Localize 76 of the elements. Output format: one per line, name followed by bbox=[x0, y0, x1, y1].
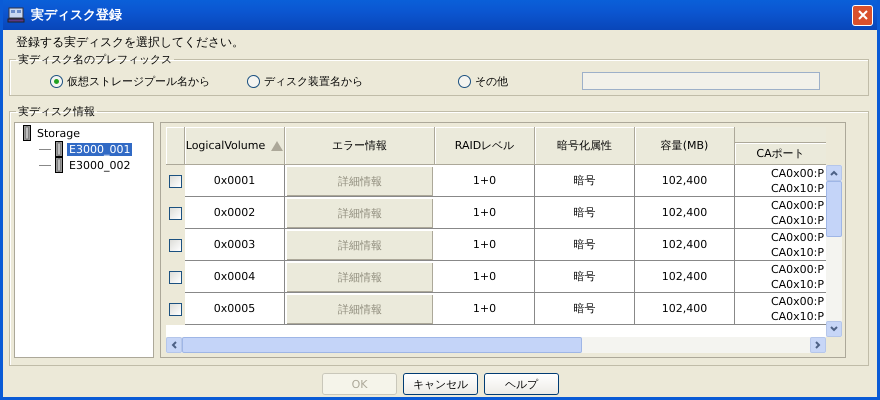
table-cell: 1+0 bbox=[435, 165, 535, 197]
scroll-thumb[interactable] bbox=[182, 337, 582, 353]
table-cell: 暗号 bbox=[535, 197, 635, 229]
table-cell: 0x0002 bbox=[185, 197, 285, 229]
instruction-text: 登録する実ディスクを選択してください。 bbox=[16, 34, 245, 51]
group-title: 実ディスク名のプレフィックス bbox=[17, 52, 173, 67]
table-cell: 102,400 bbox=[635, 261, 735, 293]
column-header[interactable]: 容量(MB) bbox=[635, 127, 735, 165]
table-cell: CA0x10:P bbox=[770, 276, 824, 292]
table-cell: 暗号 bbox=[535, 293, 635, 325]
table-cell: 102,400 bbox=[635, 165, 735, 197]
table-cell: CA0x10:P bbox=[770, 212, 824, 228]
group-title: 実ディスク情報 bbox=[17, 104, 96, 119]
table-cell: 暗号 bbox=[535, 261, 635, 293]
radio-button[interactable] bbox=[247, 74, 260, 88]
table-cell: 1+0 bbox=[435, 261, 535, 293]
table-cell: CA0x00:P bbox=[770, 198, 824, 212]
scroll-right-button[interactable] bbox=[810, 337, 826, 353]
table-cell: 暗号 bbox=[535, 229, 635, 261]
table-cell: 0x0001 bbox=[185, 165, 285, 197]
table-cell: CA0x10:P bbox=[770, 308, 824, 324]
table-cell: 1+0 bbox=[435, 197, 535, 229]
row-checkbox[interactable] bbox=[169, 302, 182, 316]
horizontal-scrollbar[interactable] bbox=[166, 337, 826, 353]
scroll-left-button[interactable] bbox=[166, 337, 182, 353]
disk-icon bbox=[23, 125, 31, 141]
tree-item[interactable]: E3000_002 bbox=[67, 158, 132, 172]
tree-item[interactable]: Storage bbox=[35, 126, 82, 140]
dialog-button[interactable]: キャンセル bbox=[403, 373, 478, 395]
scroll-up-button[interactable] bbox=[826, 165, 842, 181]
column-header[interactable]: CAポート bbox=[735, 143, 826, 165]
column-header[interactable]: LogicalVolume bbox=[185, 127, 285, 165]
tree-item[interactable]: E3000_001 bbox=[67, 142, 132, 156]
dialog-button[interactable]: ヘルプ bbox=[484, 373, 559, 395]
table-cell: 0x0004 bbox=[185, 261, 285, 293]
scroll-down-button[interactable] bbox=[826, 321, 842, 337]
column-header[interactable]: RAIDレベル bbox=[435, 127, 535, 165]
close-icon bbox=[858, 10, 868, 20]
column-header[interactable]: エラー情報 bbox=[285, 127, 435, 165]
radio-button[interactable] bbox=[50, 74, 63, 88]
column-header[interactable]: 暗号化属性 bbox=[535, 127, 635, 165]
radio-option[interactable]: その他 bbox=[458, 74, 582, 88]
window-title: 実ディスク登録 bbox=[31, 6, 123, 24]
close-button[interactable] bbox=[852, 4, 873, 26]
scroll-thumb[interactable] bbox=[826, 181, 842, 237]
chevron-down-icon bbox=[830, 326, 838, 332]
table-cell: 102,400 bbox=[635, 197, 735, 229]
chevron-right-icon bbox=[815, 341, 821, 349]
table-cell: 0x0005 bbox=[185, 293, 285, 325]
table-cell: 102,400 bbox=[635, 293, 735, 325]
table-cell: 1+0 bbox=[435, 229, 535, 261]
table-cell: CA0x10:P bbox=[770, 244, 824, 260]
table-cell: 暗号 bbox=[535, 165, 635, 197]
table-cell: CA0x00:P bbox=[770, 262, 824, 276]
row-checkbox[interactable] bbox=[169, 238, 182, 252]
radio-label: 仮想ストレージプール名から bbox=[67, 74, 210, 88]
vertical-scrollbar[interactable] bbox=[826, 165, 842, 337]
radio-label: ディスク装置名から bbox=[264, 74, 363, 88]
table-cell: CA0x00:P bbox=[770, 166, 824, 180]
row-checkbox[interactable] bbox=[169, 270, 182, 284]
radio-label: その他 bbox=[475, 74, 508, 88]
table-cell: 0x0003 bbox=[185, 229, 285, 261]
radio-option[interactable]: ディスク装置名から bbox=[247, 74, 458, 88]
row-checkbox[interactable] bbox=[169, 174, 182, 188]
table-cell: 1+0 bbox=[435, 293, 535, 325]
table-cell: CA0x00:P bbox=[770, 230, 824, 244]
computer-icon bbox=[7, 7, 25, 23]
table-cell: CA0x10:P bbox=[770, 180, 824, 196]
radio-option[interactable]: 仮想ストレージプール名から bbox=[50, 74, 247, 88]
row-checkbox[interactable] bbox=[169, 206, 182, 220]
table-cell: 102,400 bbox=[635, 229, 735, 261]
chevron-up-icon bbox=[830, 170, 838, 176]
radio-button[interactable] bbox=[458, 74, 471, 88]
table-cell: CA0x00:P bbox=[770, 294, 824, 308]
input-field[interactable] bbox=[582, 72, 820, 90]
chevron-left-icon bbox=[171, 341, 177, 349]
